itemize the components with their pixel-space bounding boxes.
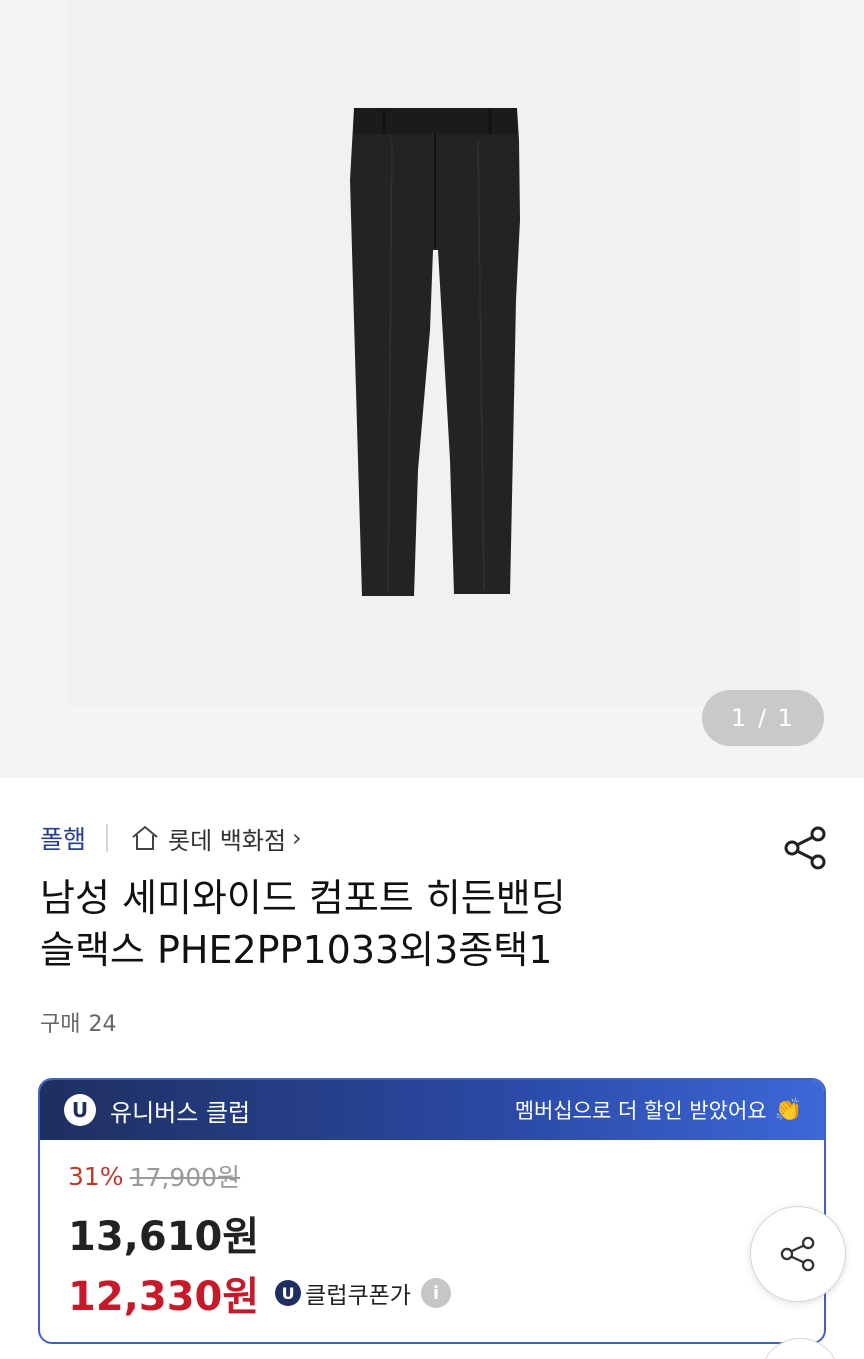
product-info: 폴햄 롯데 백화점 › 남성 세미와이드 컴포트 히든밴딩 슬랙스 PHE2PP… — [0, 778, 864, 1359]
store-link[interactable]: 롯데 백화점 › — [130, 821, 302, 856]
club-name: 유니버스 클럽 — [110, 1098, 251, 1127]
page-indicator: 1 / 1 — [702, 690, 824, 746]
share-icon — [780, 1236, 815, 1272]
chevron-right-icon: › — [292, 824, 302, 852]
discount-rate: 31% — [68, 1161, 124, 1191]
brand-row: 폴햄 롯데 백화점 › — [40, 820, 302, 856]
price-box: 31% 17,900원 13,610원 12,330원 U 클럽쿠폰가 i — [40, 1140, 824, 1340]
clapping-hands-icon: 👏 — [774, 1097, 802, 1123]
original-price: 17,900원 — [129, 1163, 241, 1192]
store-name: 롯데 백화점 — [168, 826, 287, 855]
title-line: 슬랙스 PHE2PP1033외3종택1 — [40, 928, 553, 972]
sale-price: 13,610원 — [68, 1214, 260, 1260]
product-image-slacks — [350, 108, 520, 596]
universe-club-card: U 유니버스 클럽 멤버십으로 더 할인 받았어요 👏 31% 17,900원 … — [38, 1078, 826, 1344]
purchase-count: 구매 24 — [40, 1006, 124, 1038]
universe-club-logo-icon: U — [64, 1094, 96, 1126]
coupon-price: 12,330원 — [68, 1274, 260, 1320]
floating-share-button[interactable] — [750, 1206, 846, 1302]
purchase-label: 구매 — [40, 1012, 81, 1037]
brand-link[interactable]: 폴햄 — [40, 820, 86, 856]
discount-row: 31% 17,900원 — [68, 1158, 796, 1194]
club-header[interactable]: U 유니버스 클럽 멤버십으로 더 할인 받았어요 👏 — [40, 1080, 824, 1140]
universe-club-logo-icon: U — [275, 1280, 302, 1306]
divider — [106, 824, 109, 852]
product-gallery[interactable]: 1 / 1 — [0, 0, 864, 778]
home-icon — [132, 825, 158, 850]
share-icon[interactable] — [780, 822, 830, 872]
product-title: 남성 세미와이드 컴포트 히든밴딩 슬랙스 PHE2PP1033외3종택1 — [40, 872, 740, 976]
club-message: 멤버십으로 더 할인 받았어요 — [514, 1099, 767, 1123]
purchase-value: 24 — [88, 1012, 117, 1037]
title-line: 남성 세미와이드 컴포트 히든밴딩 — [40, 876, 566, 920]
info-icon[interactable]: i — [420, 1278, 451, 1308]
coupon-row: 12,330원 U 클럽쿠폰가 i — [68, 1264, 796, 1322]
coupon-label: 클럽쿠폰가 — [305, 1283, 411, 1309]
